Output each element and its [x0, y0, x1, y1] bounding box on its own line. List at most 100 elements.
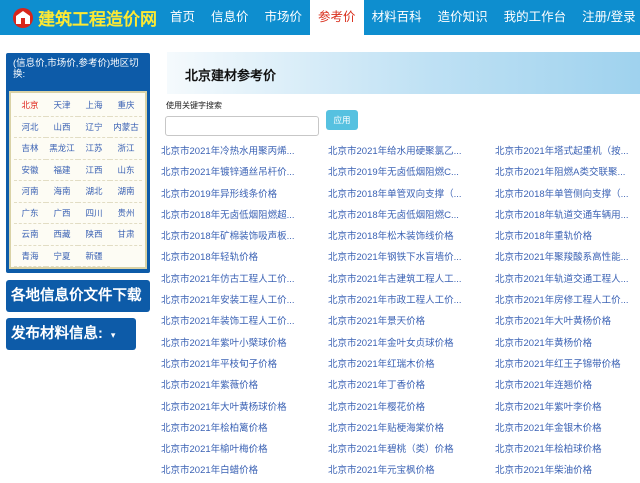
- price-link[interactable]: 北京市2021年阻燃A类交联聚...: [495, 162, 640, 183]
- price-link[interactable]: 北京市2018年矿棉装饰吸声板...: [161, 226, 328, 247]
- region-link[interactable]: 海南: [46, 181, 78, 203]
- region-link[interactable]: 重庆: [110, 95, 142, 117]
- price-link[interactable]: 北京市2021年丁香价格: [328, 375, 495, 396]
- price-link[interactable]: 北京市2021年紫叶小檗球价格: [161, 333, 328, 354]
- region-link[interactable]: 四川: [78, 203, 110, 224]
- nav-info-price[interactable]: 信息价: [203, 0, 257, 35]
- price-link[interactable]: 北京市2021年黄杨价格: [495, 333, 640, 354]
- nav-my-workbench[interactable]: 我的工作台: [496, 0, 575, 35]
- price-link[interactable]: 北京市2021年红王子锦带价格: [495, 354, 640, 375]
- price-link[interactable]: 北京市2018年单管侧向支撑（...: [495, 184, 640, 205]
- price-link[interactable]: 北京市2021年大叶黄杨价格: [495, 311, 640, 332]
- price-link[interactable]: 北京市2018年无卤低烟阻燃C...: [328, 205, 495, 226]
- price-link[interactable]: 北京市2018年无卤低烟阻燃超...: [161, 205, 328, 226]
- region-link[interactable]: 青海: [14, 246, 46, 267]
- price-link[interactable]: 北京市2021年给水用硬聚氯乙...: [328, 141, 495, 162]
- price-link[interactable]: 北京市2018年松木装饰线价格: [328, 226, 495, 247]
- price-link[interactable]: 北京市2021年连翘价格: [495, 375, 640, 396]
- region-link[interactable]: 河北: [14, 117, 46, 138]
- price-link[interactable]: 北京市2021年塔式起重机（按...: [495, 141, 640, 162]
- price-link[interactable]: 北京市2021年红瑞木价格: [328, 354, 495, 375]
- price-link[interactable]: 北京市2021年装饰工程人工价...: [161, 311, 328, 332]
- price-link[interactable]: 北京市2021年桧柏篱价格: [161, 418, 328, 439]
- price-link[interactable]: 北京市2018年重轨价格: [495, 226, 640, 247]
- price-link[interactable]: 北京市2021年轨道交通工程人...: [495, 269, 640, 290]
- apply-button[interactable]: 应用: [326, 110, 358, 130]
- publish-material-info-button[interactable]: 发布材料信息: ▾: [6, 318, 136, 350]
- nav-market-price[interactable]: 市场价: [257, 0, 311, 35]
- price-link[interactable]: 北京市2019年无卤低烟阻燃C...: [328, 162, 495, 183]
- region-link[interactable]: 山西: [46, 117, 78, 138]
- price-link[interactable]: 北京市2021年桧柏球价格: [495, 439, 640, 460]
- region-link[interactable]: 湖南: [110, 181, 142, 203]
- keyword-search-input[interactable]: [165, 116, 319, 136]
- download-button-label: 各地信息价文件下载: [11, 288, 142, 304]
- price-link[interactable]: 北京市2021年房修工程人工价...: [495, 290, 640, 311]
- region-link[interactable]: 湖北: [78, 181, 110, 203]
- price-link[interactable]: 北京市2021年金银木价格: [495, 418, 640, 439]
- page-title: 北京建材参考价: [185, 68, 277, 83]
- region-link[interactable]: 内蒙古: [110, 117, 142, 138]
- region-link[interactable]: 天津: [46, 95, 78, 117]
- region-link[interactable]: 江苏: [78, 138, 110, 160]
- region-link[interactable]: 上海: [78, 95, 110, 117]
- region-link[interactable]: 北京: [14, 95, 46, 117]
- region-link[interactable]: 陕西: [78, 224, 110, 246]
- nav-materials-wiki[interactable]: 材料百科: [364, 0, 430, 35]
- price-link[interactable]: 北京市2021年古建筑工程人工...: [328, 269, 495, 290]
- sidebar: (信息价,市场价,参考价)地区切换: 北京 天津 上海 重庆 河北 山西 辽宁 内蒙古 吉林 黑龙…: [4, 50, 154, 370]
- region-link[interactable]: 广西: [46, 203, 78, 224]
- price-link[interactable]: 北京市2021年紫薇价格: [161, 375, 328, 396]
- download-info-price-files-button[interactable]: 各地信息价文件下载: [6, 280, 150, 312]
- region-link[interactable]: 浙江: [110, 138, 142, 160]
- price-link[interactable]: 北京市2021年镀锌通丝吊杆价...: [161, 162, 328, 183]
- price-link[interactable]: 北京市2021年贴梗海棠价格: [328, 418, 495, 439]
- price-link[interactable]: 北京市2021年仿古工程人工价...: [161, 269, 328, 290]
- region-switcher: (信息价,市场价,参考价)地区切换: 北京 天津 上海 重庆 河北 山西 辽宁 内蒙古 吉林 黑龙…: [6, 53, 150, 273]
- price-link[interactable]: 北京市2021年冷热水用聚丙烯...: [161, 141, 328, 162]
- region-link[interactable]: 宁夏: [46, 246, 78, 267]
- price-link[interactable]: 北京市2021年景天价格: [328, 311, 495, 332]
- price-link[interactable]: 北京市2021年市政工程人工价...: [328, 290, 495, 311]
- region-link[interactable]: 云南: [14, 224, 46, 246]
- region-link[interactable]: 广东: [14, 203, 46, 224]
- nav-reference-price[interactable]: 参考价: [310, 0, 364, 35]
- region-link[interactable]: 安徽: [14, 160, 46, 181]
- top-nav-bar: 建筑工程造价网 首页 信息价 市场价 参考价 材料百科 造价知识 我的工作台 注…: [0, 0, 640, 35]
- price-link[interactable]: 北京市2021年柴油价格: [495, 460, 640, 481]
- price-link[interactable]: 北京市2021年元宝枫价格: [328, 460, 495, 481]
- price-link[interactable]: 北京市2021年紫叶李价格: [495, 397, 640, 418]
- region-link[interactable]: 西藏: [46, 224, 78, 246]
- nav-cost-knowledge[interactable]: 造价知识: [430, 0, 496, 35]
- price-link[interactable]: 北京市2021年聚羧酸系高性能...: [495, 247, 640, 268]
- price-link[interactable]: 北京市2021年碧桃（类）价格: [328, 439, 495, 460]
- price-link[interactable]: 北京市2021年大叶黄杨球价格: [161, 397, 328, 418]
- region-link[interactable]: 吉林: [14, 138, 46, 160]
- price-link[interactable]: 北京市2019年异形线条价格: [161, 184, 328, 205]
- region-link[interactable]: 贵州: [110, 203, 142, 224]
- nav-home[interactable]: 首页: [162, 0, 203, 35]
- region-link[interactable]: 黑龙江: [46, 138, 78, 160]
- price-link[interactable]: 北京市2021年钢铁下水盲墙价...: [328, 247, 495, 268]
- region-link[interactable]: 辽宁: [78, 117, 110, 138]
- region-link[interactable]: 福建: [46, 160, 78, 181]
- region-link[interactable]: 甘肃: [110, 224, 142, 246]
- reference-price-list: 北京市2021年冷热水用聚丙烯... 北京市2021年给水用硬聚氯乙... 北京市2…: [161, 141, 640, 482]
- price-link[interactable]: 北京市2018年单管双向支撑（...: [328, 184, 495, 205]
- price-link[interactable]: 北京市2021年榆叶梅价格: [161, 439, 328, 460]
- region-link[interactable]: 河南: [14, 181, 46, 203]
- main-header: 北京建材参考价: [167, 52, 640, 94]
- price-link[interactable]: 北京市2021年安装工程人工价...: [161, 290, 328, 311]
- price-link[interactable]: 北京市2021年樱花价格: [328, 397, 495, 418]
- region-link[interactable]: 新疆: [78, 246, 110, 267]
- nav-register-login[interactable]: 注册/登录: [574, 0, 640, 35]
- site-logo[interactable]: 建筑工程造价网: [0, 0, 157, 35]
- region-link[interactable]: 山东: [110, 160, 142, 181]
- price-link[interactable]: 北京市2021年白蜡价格: [161, 460, 328, 481]
- price-link[interactable]: 北京市2021年平枝旬子价格: [161, 354, 328, 375]
- publish-button-label: 发布材料信息:: [11, 326, 103, 342]
- region-link[interactable]: 江西: [78, 160, 110, 181]
- price-link[interactable]: 北京市2018年轨道交通车辆用...: [495, 205, 640, 226]
- price-link[interactable]: 北京市2021年金叶女贞球价格: [328, 333, 495, 354]
- price-link[interactable]: 北京市2018年轻轨价格: [161, 247, 328, 268]
